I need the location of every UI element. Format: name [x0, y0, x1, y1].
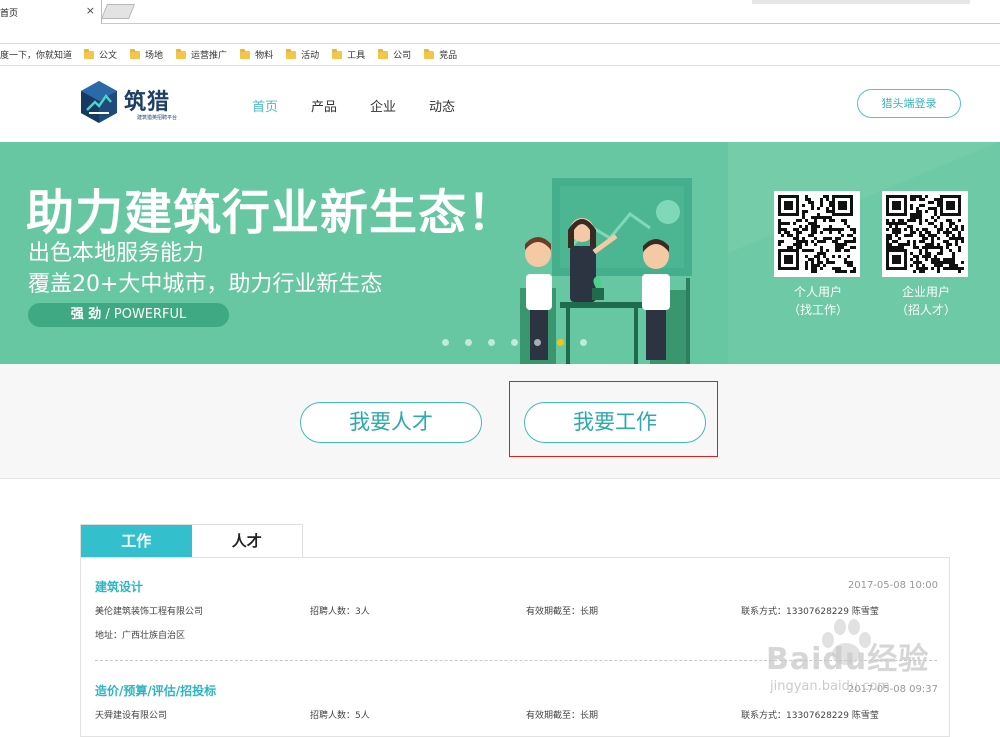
banner-subline-1: 出色本地服务能力 — [28, 241, 205, 266]
job-headcount: 招聘人数：5人 — [310, 711, 370, 721]
nav-home[interactable]: 首页 — [252, 96, 278, 115]
logo-subtitle: 建筑猎英招聘平台 — [137, 115, 178, 121]
main-nav: 首页 产品 企业 动态 — [252, 96, 488, 115]
watermark-url: jingyan.baidu.com — [770, 679, 890, 694]
qr-label-line: 企业用户 — [901, 285, 950, 299]
carousel-dot[interactable] — [580, 339, 587, 346]
banner-subline-2: 覆盖20+大中城市，助力行业新生态 — [28, 272, 383, 297]
bookmark-label: 工具 — [347, 51, 366, 61]
bookmark-label: 物料 — [255, 51, 274, 61]
banner-badge: 强 劲 / POWERFUL — [28, 303, 229, 327]
job-validity: 有效期截至：长期 — [526, 607, 599, 617]
bookmark-label: 场地 — [145, 51, 164, 61]
folder-icon — [176, 48, 187, 59]
job-time: 2017-05-08 10:00 — [847, 580, 938, 591]
bookmark-label: 竞品 — [439, 51, 458, 61]
bookmark-label: 活动 — [301, 51, 320, 61]
bookmark-folder[interactable]: 工具 — [332, 48, 365, 61]
bookmark-label: 公文 — [99, 51, 118, 61]
bookmark-label: 公司 — [393, 51, 412, 61]
bookmark-folder[interactable]: 场地 — [130, 48, 163, 61]
browser-tab-title: 首页 — [0, 9, 19, 19]
badge-strong: 强 劲 — [70, 307, 102, 322]
qr-label-company: 企业用户 （招人才） — [876, 283, 976, 319]
bookmark-folder[interactable]: 物料 — [240, 48, 273, 61]
bookmark-folder[interactable]: 运营推广 — [176, 48, 227, 61]
qr-label-line: （招人才） — [895, 303, 956, 317]
browser-tab[interactable]: 首页 × — [0, 0, 102, 24]
folder-icon — [240, 48, 251, 59]
logo-mark-icon — [81, 81, 117, 123]
cta-band: 我要人才 我要工作 — [0, 364, 1000, 479]
bookmark-folder[interactable]: 竞品 — [424, 48, 457, 61]
bookmark-label: 运营推广 — [191, 51, 228, 61]
listing-tabs: 工作 人才 — [80, 524, 303, 558]
qr-label-personal: 个人用户 （找工作） — [768, 283, 868, 319]
carousel-dot[interactable] — [442, 339, 449, 346]
carousel-dot[interactable] — [488, 339, 495, 346]
annotation-highlight-box — [509, 381, 718, 457]
qr-code-personal — [774, 191, 860, 277]
address-bar[interactable] — [0, 24, 1000, 44]
hero-banner: 助力建筑行业新生态！ 出色本地服务能力 覆盖20+大中城市，助力行业新生态 强 … — [0, 142, 1000, 364]
folder-icon — [424, 48, 435, 59]
folder-icon — [130, 48, 141, 59]
job-company: 美伦建筑装饰工程有限公司 — [95, 607, 204, 617]
browser-tabstrip: 首页 × — [0, 0, 1000, 24]
nav-news[interactable]: 动态 — [429, 96, 455, 115]
carousel-dot[interactable] — [511, 339, 518, 346]
bookmark-folder[interactable]: 公文 — [84, 48, 117, 61]
bookmark-label: 度一下，你就知道 — [0, 51, 73, 61]
carousel-dot[interactable] — [534, 339, 541, 346]
qr-code-icon — [778, 195, 856, 273]
carousel-dot[interactable] — [557, 339, 564, 346]
folder-icon — [84, 48, 95, 59]
watermark: Baidu经验 jingyan.baidu.com — [760, 616, 960, 716]
bookmark-folder[interactable]: 公司 — [378, 48, 411, 61]
carousel-dots — [442, 339, 603, 346]
bookmark-folder[interactable]: 活动 — [286, 48, 319, 61]
new-tab-button[interactable] — [100, 4, 136, 19]
logo-text: 筑猎 — [124, 90, 171, 115]
headhunter-login-button[interactable]: 猎头端登录 — [857, 89, 961, 118]
logo[interactable]: 筑猎 建筑猎英招聘平台 — [80, 80, 180, 124]
tabstrip-edge — [752, 0, 970, 4]
bookmarks-bar: 度一下，你就知道 公文 场地 运营推广 物料 活动 工具 公司 竞品 — [0, 44, 1000, 66]
tab-talents[interactable]: 人才 — [192, 525, 303, 558]
nav-products[interactable]: 产品 — [311, 96, 337, 115]
folder-icon — [286, 48, 297, 59]
banner-headline: 助力建筑行业新生态！ — [26, 185, 517, 241]
office-meeting-illustration — [520, 178, 692, 364]
qr-code-company — [882, 191, 968, 277]
carousel-dot[interactable] — [465, 339, 472, 346]
qr-label-line: 个人用户 — [793, 285, 842, 299]
tab-jobs[interactable]: 工作 — [81, 525, 192, 558]
job-company: 天舜建设有限公司 — [95, 711, 168, 721]
site-header: 筑猎 建筑猎英招聘平台 首页 产品 企业 动态 猎头端登录 — [0, 66, 1000, 142]
qr-code-icon — [886, 195, 964, 273]
nav-companies[interactable]: 企业 — [370, 96, 396, 115]
job-headcount: 招聘人数：3人 — [310, 607, 370, 617]
bookmark-baidu[interactable]: 度一下，你就知道 — [0, 48, 72, 61]
hire-talent-button[interactable]: 我要人才 — [300, 402, 482, 443]
folder-icon — [332, 48, 343, 59]
job-validity: 有效期截至：长期 — [526, 711, 599, 721]
close-icon[interactable]: × — [86, 4, 95, 17]
badge-rest: / POWERFUL — [101, 307, 187, 322]
folder-icon — [378, 48, 389, 59]
qr-label-line: （找工作） — [787, 303, 848, 317]
job-title-link[interactable]: 建筑设计 — [95, 578, 937, 595]
watermark-text: Baidu经验 — [766, 642, 930, 677]
